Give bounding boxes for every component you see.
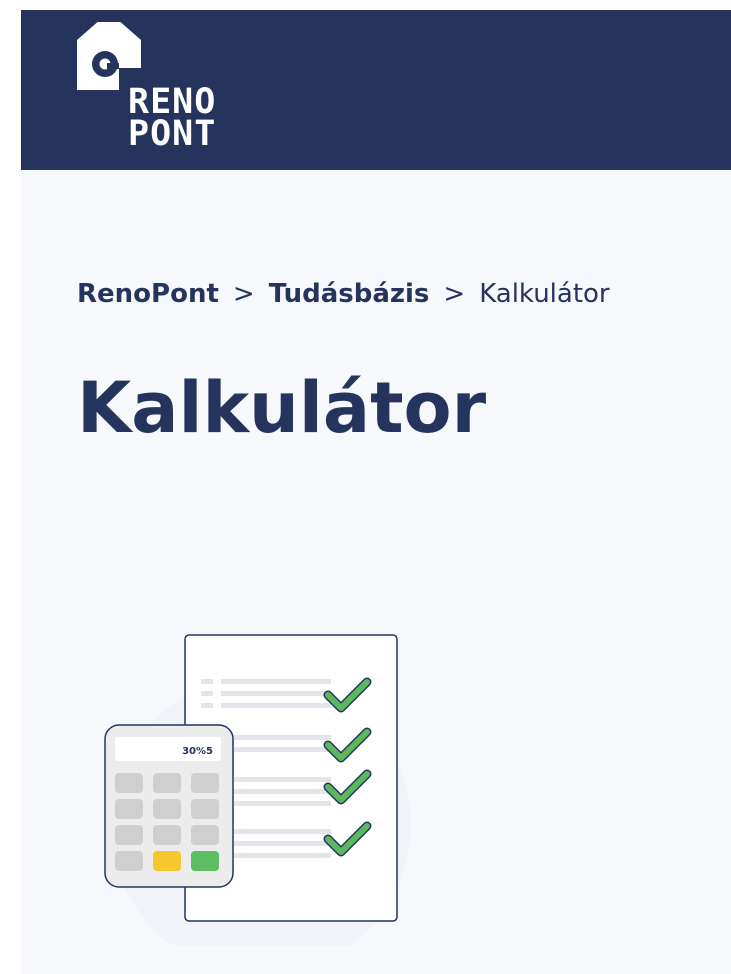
breadcrumb-link-renopont[interactable]: RenoPont — [77, 279, 219, 309]
breadcrumb-link-tudasbazis[interactable]: Tudásbázis — [269, 279, 430, 309]
breadcrumb-current: Kalkulátor — [479, 279, 610, 309]
renopont-logo[interactable]: RENO PONT — [73, 22, 263, 162]
breadcrumb-separator: > — [443, 279, 466, 309]
site-header: RENO PONT — [21, 10, 731, 170]
logo-line-2: PONT — [128, 114, 217, 154]
logo-wordmark: RENO PONT — [128, 85, 217, 154]
calculator-icon: 30%5 — [104, 724, 234, 888]
page: RENO PONT RenoPont > Tudásbázis > Kalkulátor… — [0, 0, 731, 974]
breadcrumb: RenoPont > Tudásbázis > Kalkulátor — [77, 278, 610, 310]
breadcrumb-separator: > — [232, 279, 255, 309]
calculator-checklist-illustration: 30%5 — [104, 634, 411, 945]
page-title: Kalkulátor — [77, 367, 487, 449]
calculator-display: 30%5 — [182, 746, 213, 757]
main-content: RenoPont > Tudásbázis > Kalkulátor Kalkuláto… — [21, 170, 731, 974]
